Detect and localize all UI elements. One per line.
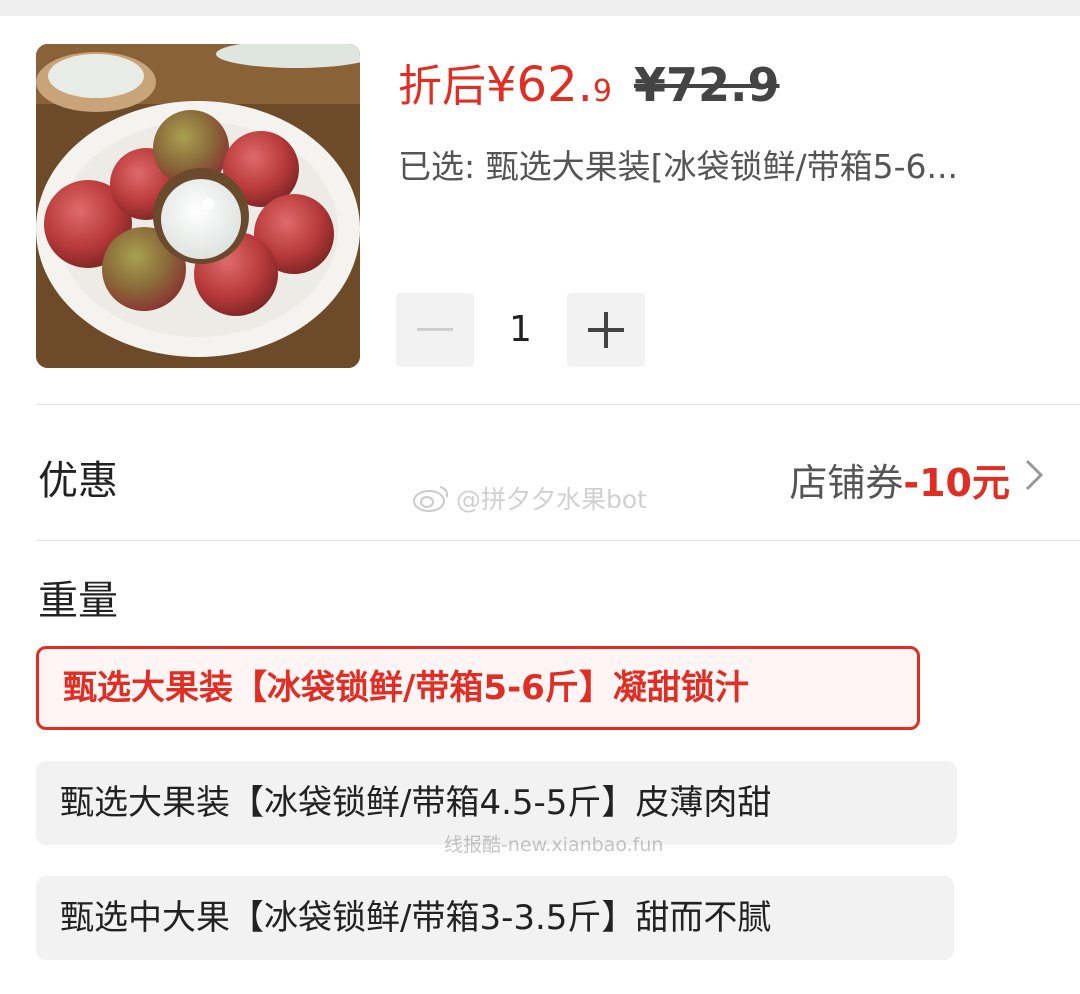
plus-icon	[588, 312, 624, 348]
weight-option[interactable]: 甄选中大果【冰袋锁鲜/带箱3-3.5斤】甜而不腻	[36, 876, 954, 960]
divider	[36, 540, 1080, 541]
product-image	[36, 44, 360, 368]
coupon-prefix: 店铺券	[789, 461, 904, 505]
decrease-quantity-button[interactable]	[396, 293, 474, 367]
watermark-top-text: @拼夕夕水果bot	[456, 485, 647, 514]
promotion-coupon[interactable]: 店铺券-10元	[789, 452, 1010, 507]
weibo-icon	[413, 486, 449, 512]
increase-quantity-button[interactable]	[567, 293, 645, 367]
discount-price-decimal: 9	[592, 74, 612, 109]
top-strip	[0, 0, 1080, 16]
discount-price: ¥62.	[486, 57, 593, 113]
original-price: ¥72.9	[633, 58, 780, 112]
watermark-top: @拼夕夕水果bot	[412, 480, 647, 516]
price-row: 折后 ¥62. 9 ¥72.9	[398, 50, 780, 113]
minus-icon	[417, 328, 453, 331]
quantity-value[interactable]: 1	[474, 293, 567, 367]
promotion-label: 优惠	[38, 458, 118, 504]
weight-label: 重量	[38, 578, 118, 624]
weight-option-selected[interactable]: 甄选大果装【冰袋锁鲜/带箱5-6斤】凝甜锁汁	[36, 646, 920, 730]
chevron-right-icon[interactable]	[1024, 458, 1044, 492]
price-label: 折后	[398, 61, 486, 112]
divider	[36, 404, 1080, 405]
selected-variant-text: 已选: 甄选大果装[冰袋锁鲜/带箱5-6...	[398, 147, 958, 186]
watermark-bottom: 线报酷-new.xianbao.fun	[444, 834, 664, 856]
coupon-amount: -10元	[903, 461, 1010, 505]
